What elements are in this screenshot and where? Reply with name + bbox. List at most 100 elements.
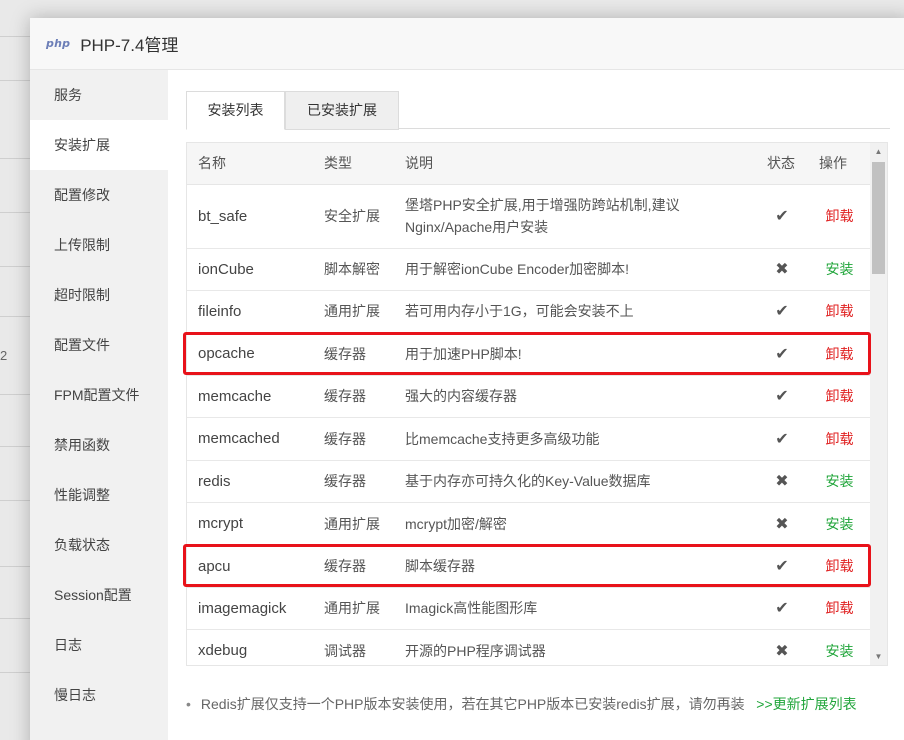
installed-check-icon: ✔ — [756, 290, 808, 333]
extension-type: 缓存器 — [313, 460, 394, 503]
extension-type: 缓存器 — [313, 545, 394, 588]
extension-name: bt_safe — [187, 184, 313, 249]
extension-description: 堡塔PHP安全扩展,用于增强防跨站机制,建议Nginx/Apache用户安装 — [394, 184, 756, 249]
extension-name: memcache — [187, 375, 313, 418]
sidebar-item[interactable]: FPM配置文件 — [30, 370, 168, 420]
uninstall-button[interactable]: 卸载 — [826, 303, 854, 319]
extension-type: 缓存器 — [313, 332, 394, 376]
uninstall-button[interactable]: 卸载 — [826, 431, 854, 447]
bg-divider — [0, 80, 30, 81]
uninstall-button[interactable]: 卸载 — [826, 208, 854, 224]
extension-type: 通用扩展 — [313, 290, 394, 333]
extension-name: redis — [187, 460, 313, 503]
extension-description: 比memcache支持更多高级功能 — [394, 417, 756, 461]
extension-type: 脚本解密 — [313, 248, 394, 291]
sidebar-item[interactable]: 日志 — [30, 620, 168, 670]
notice: • Redis扩展仅支持一个PHP版本安装使用，若在其它PHP版本已安装redis… — [186, 689, 892, 719]
installed-check-icon: ✔ — [756, 417, 808, 461]
install-button[interactable]: 安装 — [826, 473, 854, 489]
op-cell: 卸载 — [808, 417, 871, 461]
table-row: mcrypt 通用扩展 mcrypt加密/解密 ✖ 安装 — [187, 502, 871, 546]
installed-check-icon: ✔ — [756, 375, 808, 418]
tab-bar: 安装列表 已安装扩展 — [186, 91, 890, 130]
extension-description: 基于内存亦可持久化的Key-Value数据库 — [394, 460, 756, 503]
scrollbar-thumb[interactable] — [872, 162, 885, 274]
op-cell: 卸载 — [808, 184, 871, 249]
extension-name: xdebug — [187, 629, 313, 665]
tab-install-list[interactable]: 安装列表 — [186, 91, 285, 130]
modal-header[interactable]: php PHP-7.4管理 — [30, 18, 904, 70]
installed-check-icon: ✔ — [756, 184, 808, 249]
sidebar-item[interactable]: 性能调整 — [30, 470, 168, 520]
sidebar-item[interactable]: 服务 — [30, 70, 168, 120]
table-row: ionCube 脚本解密 用于解密ionCube Encoder加密脚本! ✖ 安装 — [187, 248, 871, 291]
tab-installed-extensions[interactable]: 已安装扩展 — [285, 91, 399, 130]
bg-divider — [0, 566, 30, 567]
extension-type: 缓存器 — [313, 417, 394, 461]
extension-description: Imagick高性能图形库 — [394, 587, 756, 630]
extension-type: 缓存器 — [313, 375, 394, 418]
table-row: imagemagick 通用扩展 Imagick高性能图形库 ✔ 卸载 — [187, 587, 871, 630]
not-installed-x-icon: ✖ — [756, 629, 808, 665]
table-row: xdebug 调试器 开源的PHP程序调试器 ✖ 安装 — [187, 629, 871, 665]
extension-name: ionCube — [187, 248, 313, 291]
header-op: 操作 — [808, 143, 871, 185]
header-type: 类型 — [313, 143, 394, 185]
install-button[interactable]: 安装 — [826, 261, 854, 277]
extension-description: 脚本缓存器 — [394, 545, 756, 588]
extension-type: 调试器 — [313, 629, 394, 665]
notice-text: Redis扩展仅支持一个PHP版本安装使用，若在其它PHP版本已安装redis扩… — [200, 696, 745, 712]
extension-description: 用于解密ionCube Encoder加密脚本! — [394, 248, 756, 291]
php-logo-icon: php — [46, 37, 71, 50]
sidebar-item[interactable]: 上传限制 — [30, 220, 168, 270]
op-cell: 卸载 — [808, 332, 871, 376]
bg-divider — [0, 158, 30, 159]
bg-divider — [0, 446, 30, 447]
scroll-up-arrow-icon[interactable]: ▲ — [870, 143, 887, 160]
op-cell: 卸载 — [808, 290, 871, 333]
php-manager-modal: php PHP-7.4管理 服务 安装扩展 配置修改 上传限制 超时限制 配置文件 FPM配… — [30, 18, 904, 740]
table-row: redis 缓存器 基于内存亦可持久化的Key-Value数据库 ✖ 安装 — [187, 460, 871, 503]
sidebar-item[interactable]: 安装扩展 — [30, 120, 168, 170]
bg-divider — [0, 316, 30, 317]
extension-name: opcache — [187, 332, 313, 376]
extension-name: mcrypt — [187, 502, 313, 546]
table-row: apcu 缓存器 脚本缓存器 ✔ 卸载 — [187, 545, 871, 588]
op-cell: 卸载 — [808, 545, 871, 588]
install-button[interactable]: 安装 — [826, 516, 854, 532]
install-button[interactable]: 安装 — [826, 643, 854, 659]
sidebar-item[interactable]: 负载状态 — [30, 520, 168, 570]
op-cell: 安装 — [808, 460, 871, 503]
bg-divider — [0, 394, 30, 395]
uninstall-button[interactable]: 卸载 — [826, 558, 854, 574]
scroll-down-arrow-icon[interactable]: ▼ — [870, 648, 887, 665]
uninstall-button[interactable]: 卸载 — [826, 346, 854, 362]
table-header-row: 名称 类型 说明 状态 操作 — [187, 143, 871, 185]
sidebar-item[interactable]: Session配置 — [30, 570, 168, 620]
sidebar-item[interactable]: 配置修改 — [30, 170, 168, 220]
extension-description: 用于加速PHP脚本! — [394, 332, 756, 376]
table-row: memcached 缓存器 比memcache支持更多高级功能 ✔ 卸载 — [187, 417, 871, 461]
table-row: opcache 缓存器 用于加速PHP脚本! ✔ 卸载 — [187, 332, 871, 376]
modal-title: PHP-7.4管理 — [80, 36, 179, 55]
sidebar-item[interactable]: 慢日志 — [30, 670, 168, 720]
uninstall-button[interactable]: 卸载 — [826, 388, 854, 404]
table-scrollbar[interactable]: ▲ ▼ — [870, 143, 887, 665]
sidebar-item[interactable]: 配置文件 — [30, 320, 168, 370]
sidebar-item[interactable]: 禁用函数 — [30, 420, 168, 470]
table-row: bt_safe 安全扩展 堡塔PHP安全扩展,用于增强防跨站机制,建议Nginx/A… — [187, 184, 871, 249]
op-cell: 卸载 — [808, 587, 871, 630]
header-name: 名称 — [187, 143, 313, 185]
op-cell: 安装 — [808, 502, 871, 546]
bg-text-fragment: 2 — [0, 348, 8, 363]
sidebar-item[interactable]: 超时限制 — [30, 270, 168, 320]
bg-divider — [0, 500, 30, 501]
uninstall-button[interactable]: 卸载 — [826, 600, 854, 616]
installed-check-icon: ✔ — [756, 587, 808, 630]
extension-description: 若可用内存小于1G，可能会安装不上 — [394, 290, 756, 333]
bg-divider — [0, 266, 30, 267]
op-cell: 卸载 — [808, 375, 871, 418]
op-cell: 安装 — [808, 629, 871, 665]
update-extension-list-link[interactable]: >>更新扩展列表 — [756, 696, 856, 712]
installed-check-icon: ✔ — [756, 545, 808, 588]
